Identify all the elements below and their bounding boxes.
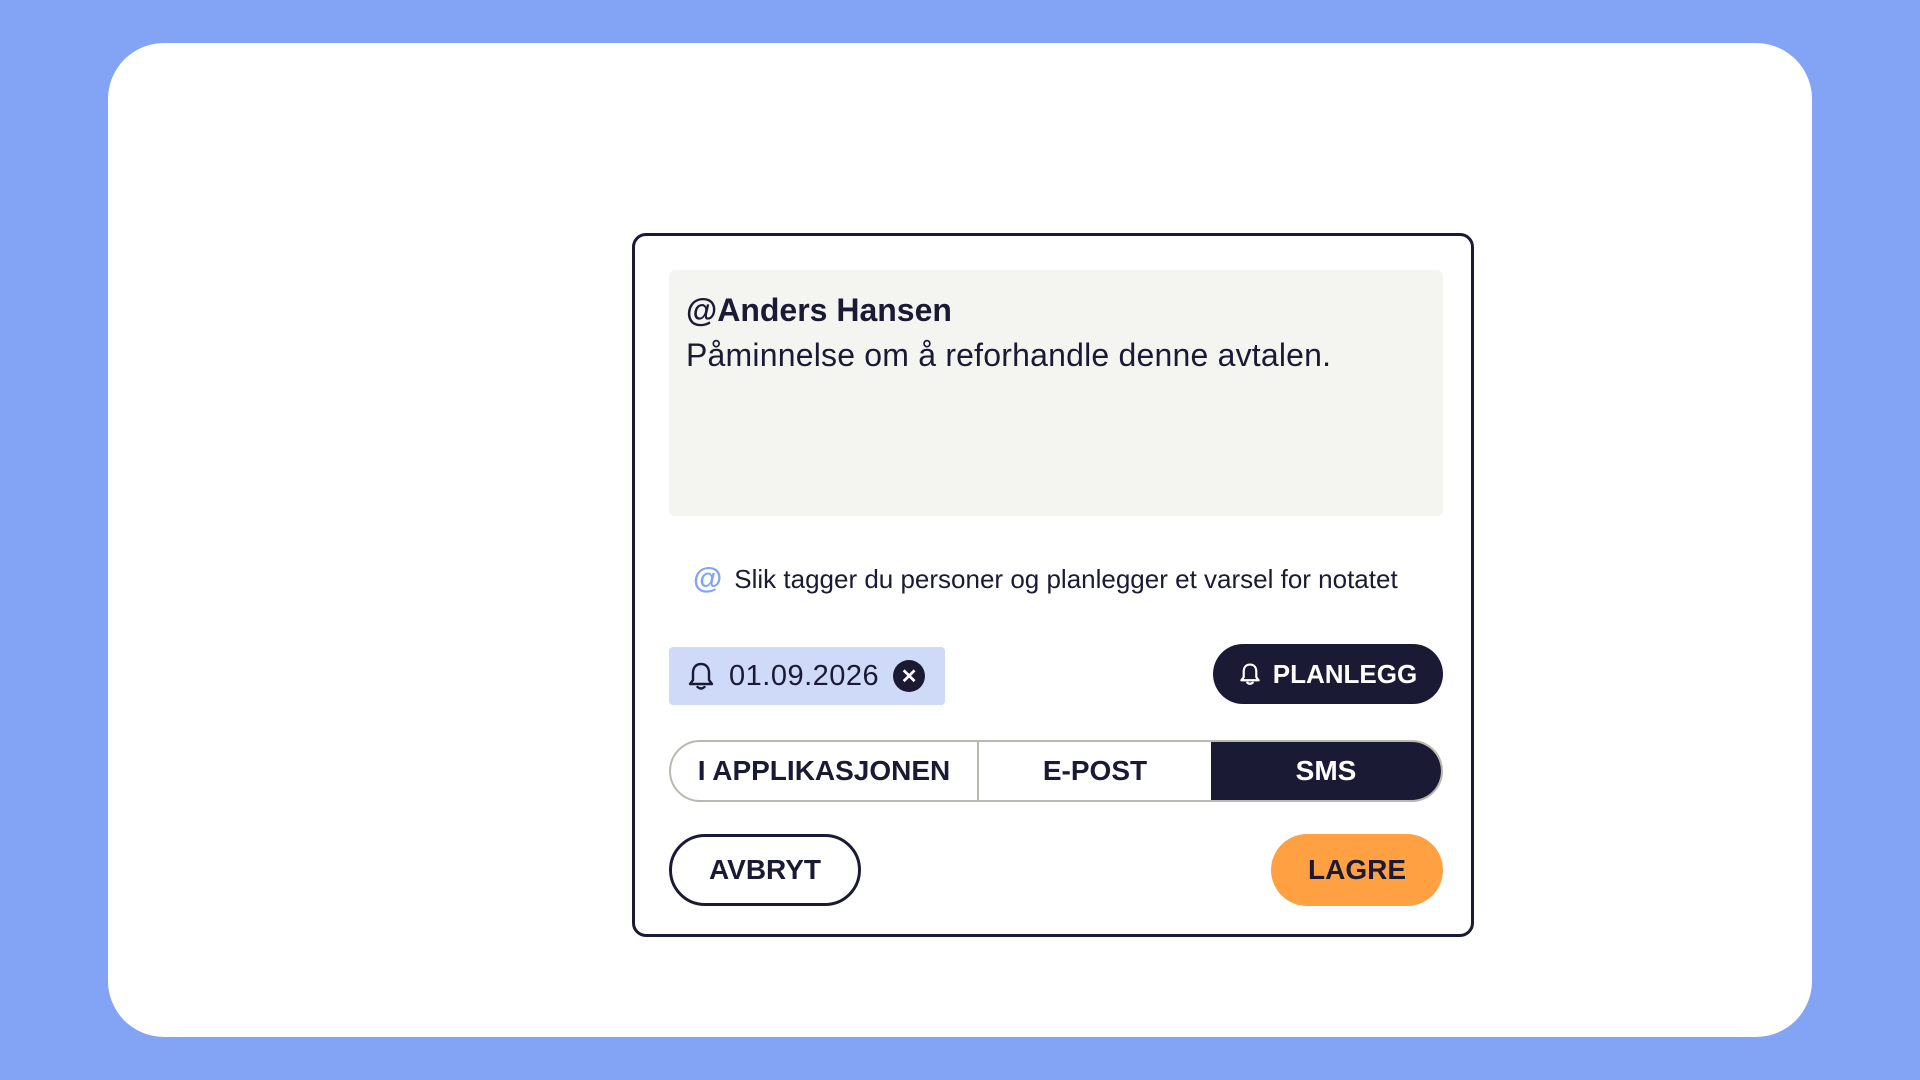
reminder-date: 01.09.2026: [729, 659, 880, 692]
mention-tag: @Anders Hansen: [686, 292, 952, 328]
at-icon: @: [693, 562, 723, 595]
hint-text: Slik tagger du personer og planlegger et…: [734, 563, 1398, 594]
clear-date-icon[interactable]: ✕: [893, 660, 926, 692]
schedule-button[interactable]: PLANLEGG: [1213, 644, 1443, 704]
note-editor-card: @Anders Hansen Påminnelse om å reforhand…: [632, 233, 1474, 937]
cancel-button[interactable]: AVBRYT: [669, 834, 861, 906]
channel-email[interactable]: E-POST: [979, 742, 1211, 800]
reminder-date-chip[interactable]: 01.09.2026 ✕: [669, 647, 945, 705]
schedule-button-label: PLANLEGG: [1272, 658, 1418, 689]
channel-sms[interactable]: SMS: [1211, 742, 1441, 800]
channel-in-app[interactable]: I APPLIKASJONEN: [671, 742, 979, 800]
content-frame: @Anders Hansen Påminnelse om å reforhand…: [108, 43, 1812, 1037]
bell-icon: [1239, 662, 1261, 686]
bell-icon: [687, 661, 715, 691]
save-button[interactable]: LAGRE: [1271, 834, 1443, 906]
tagging-hint: @ Slik tagger du personer og planlegger …: [693, 562, 1398, 596]
note-textarea[interactable]: @Anders Hansen Påminnelse om å reforhand…: [669, 270, 1443, 516]
note-text: Påminnelse om å reforhandle denne avtale…: [686, 337, 1332, 373]
notification-channel-selector: I APPLIKASJONEN E-POST SMS: [669, 740, 1443, 802]
